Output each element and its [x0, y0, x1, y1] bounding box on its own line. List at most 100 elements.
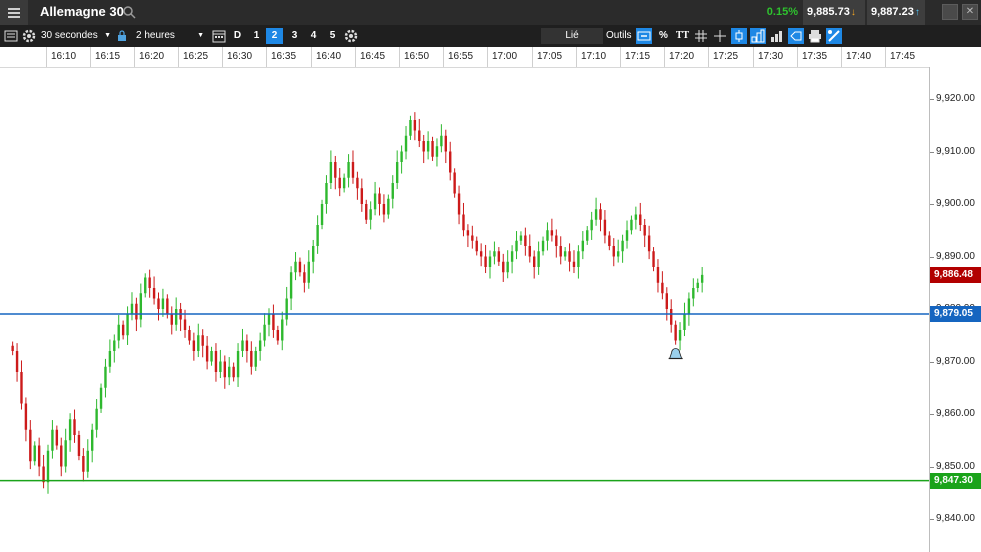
- time-label: 17:40: [841, 47, 885, 67]
- candle-body: [312, 246, 315, 262]
- candlestick-icon[interactable]: [731, 28, 747, 44]
- candle-body: [484, 256, 487, 267]
- green-line-price-label[interactable]: 9,847.30: [930, 472, 981, 489]
- interval-select[interactable]: 30 secondes ▼: [41, 28, 113, 44]
- tools-label[interactable]: Outils: [606, 28, 632, 44]
- price-label: 9,910.00: [936, 146, 975, 157]
- gear-icon[interactable]: [21, 28, 37, 44]
- chart-list-icon[interactable]: [3, 28, 19, 44]
- candle-body: [497, 251, 501, 262]
- time-label: 16:45: [355, 47, 399, 67]
- candle-body: [404, 135, 408, 152]
- candle-body: [590, 219, 593, 231]
- candle-body: [73, 419, 76, 435]
- candle-body: [294, 261, 297, 273]
- time-label: 16:40: [311, 47, 355, 67]
- candle-body: [426, 141, 430, 152]
- period-button-3[interactable]: 3: [286, 28, 303, 44]
- period-button-2[interactable]: 2: [266, 28, 283, 44]
- candle-body: [687, 298, 691, 315]
- candle-body: [541, 240, 545, 252]
- candle-body: [188, 330, 191, 341]
- candle-body: [210, 351, 213, 362]
- time-label: 17:00: [487, 47, 531, 67]
- calendar-icon[interactable]: [211, 28, 227, 44]
- linked-button[interactable]: Lié: [541, 28, 603, 44]
- price-tick: [930, 414, 934, 415]
- time-label: 16:10: [46, 47, 90, 67]
- time-label: 17:35: [797, 47, 841, 67]
- line-tool-icon[interactable]: [636, 28, 652, 44]
- candle-body: [60, 445, 63, 467]
- buy-price: 9,887.23: [871, 6, 914, 18]
- candle-body: [82, 456, 85, 472]
- candle-body: [152, 288, 156, 299]
- candle-body: [157, 298, 160, 309]
- time-label: 16:55: [443, 47, 487, 67]
- candle-body: [192, 340, 196, 351]
- tag-icon[interactable]: [788, 28, 804, 44]
- bar-chart-icon[interactable]: [750, 28, 766, 44]
- period-button-D[interactable]: D: [229, 28, 246, 44]
- candle-body: [46, 450, 50, 483]
- draw-tools-icon[interactable]: [826, 28, 842, 44]
- buy-price-button[interactable]: 9,887.23↑: [867, 0, 925, 25]
- candle-body: [594, 209, 598, 220]
- candle-body: [108, 351, 112, 367]
- blue-line-price-label[interactable]: 9,879.05: [930, 305, 981, 322]
- maximize-icon[interactable]: [942, 4, 958, 20]
- candle-body: [559, 246, 562, 257]
- text-tool-button[interactable]: TT: [674, 28, 691, 44]
- candle-body: [603, 219, 607, 236]
- settings-gear-icon[interactable]: [343, 28, 359, 44]
- candle-body: [457, 193, 461, 215]
- candle-body: [621, 240, 624, 252]
- candle-body: [586, 230, 589, 241]
- range-select[interactable]: 2 heures ▼: [136, 28, 206, 44]
- time-label: 17:45: [885, 47, 929, 67]
- search-icon[interactable]: [122, 5, 136, 19]
- menu-icon[interactable]: [0, 0, 28, 25]
- candle-body: [387, 198, 390, 215]
- candle-body: [661, 282, 664, 294]
- candle-body: [395, 162, 399, 183]
- candle-body: [515, 240, 518, 252]
- lock-icon[interactable]: [117, 28, 127, 44]
- candle-body: [674, 324, 677, 341]
- price-chart[interactable]: [0, 67, 929, 552]
- candle-body: [563, 251, 567, 257]
- time-label: 16:25: [178, 47, 222, 67]
- candle-body: [373, 193, 377, 210]
- price-label: 9,920.00: [936, 93, 975, 104]
- candle-body: [55, 429, 59, 446]
- time-label: 16:50: [399, 47, 443, 67]
- candle-body: [307, 261, 310, 283]
- period-button-1[interactable]: 1: [248, 28, 265, 44]
- sell-price-button[interactable]: 9,885.73↓: [803, 0, 865, 25]
- candle-body: [86, 450, 89, 472]
- trend-icon[interactable]: [769, 28, 785, 44]
- period-button-4[interactable]: 4: [305, 28, 322, 44]
- print-icon[interactable]: [807, 28, 823, 44]
- chevron-down-icon: ▼: [104, 32, 111, 39]
- candle-body: [453, 172, 456, 194]
- candle-body: [678, 330, 682, 341]
- candle-body: [148, 277, 151, 288]
- candle-body: [91, 429, 94, 451]
- candle-body: [612, 246, 615, 257]
- candle-body: [197, 335, 200, 351]
- candle-body: [378, 193, 381, 204]
- percent-button[interactable]: %: [655, 28, 672, 44]
- period-button-5[interactable]: 5: [324, 28, 341, 44]
- instrument-name[interactable]: Allemagne 30: [40, 4, 124, 19]
- crosshair-icon[interactable]: [712, 28, 728, 44]
- candle-body: [316, 225, 319, 246]
- price-label: 9,860.00: [936, 408, 975, 419]
- close-icon[interactable]: ✕: [962, 4, 978, 20]
- grid-icon[interactable]: [693, 28, 709, 44]
- candle-body: [696, 282, 699, 288]
- candle-body: [37, 445, 41, 467]
- candle-body: [382, 204, 386, 215]
- time-label: 17:05: [532, 47, 576, 67]
- candle-body: [42, 466, 45, 483]
